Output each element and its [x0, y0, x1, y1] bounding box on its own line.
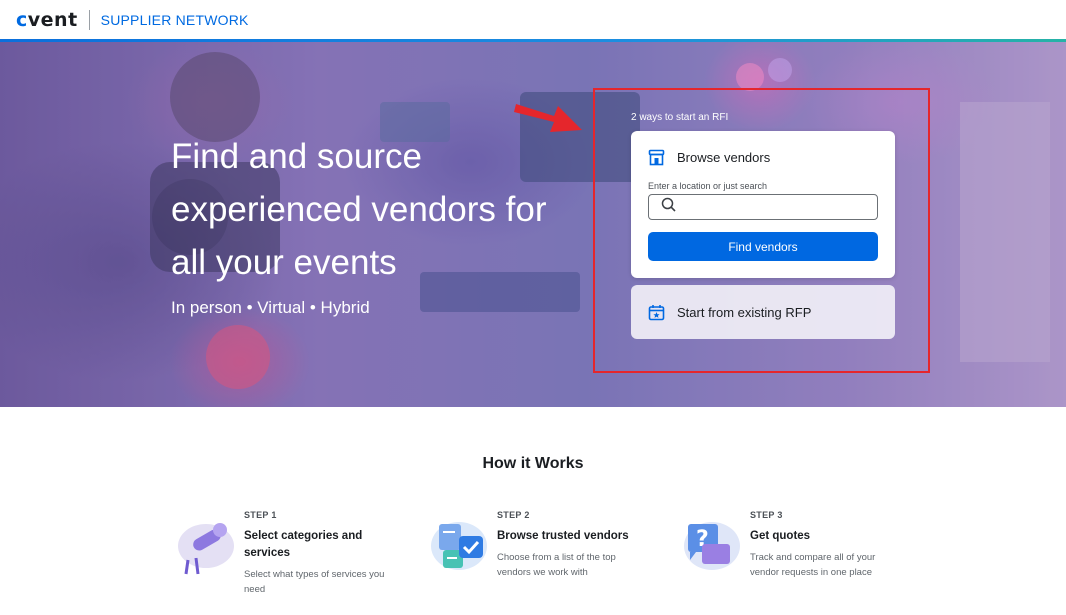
storefront-icon — [648, 149, 665, 166]
question-chat-icon: ? — [684, 522, 740, 570]
search-icon — [661, 197, 676, 217]
browse-vendors-title: Browse vendors — [677, 150, 771, 165]
browse-vendors-header: Browse vendors — [648, 149, 770, 166]
microphone-icon — [178, 523, 234, 575]
browse-vendors-card: Browse vendors Enter a location or just … — [631, 131, 895, 278]
find-vendors-button[interactable]: Find vendors — [648, 232, 878, 261]
supplier-network-label[interactable]: SUPPLIER NETWORK — [101, 12, 249, 28]
ways-to-start-label: 2 ways to start an RFI — [631, 112, 729, 123]
logo-text: cvent — [16, 9, 78, 31]
step-number: STEP 3 — [750, 510, 783, 520]
hero-subtitle: In person • Virtual • Hybrid — [171, 298, 370, 317]
location-search-input[interactable] — [682, 201, 872, 213]
step-description: Track and compare all of your vendor req… — [750, 552, 876, 578]
step-description: Choose from a list of the top vendors we… — [497, 552, 616, 578]
checklist-icon — [431, 522, 487, 570]
start-from-rfp-label: Start from existing RFP — [677, 304, 812, 320]
step-number: STEP 2 — [497, 510, 530, 520]
start-from-rfp-card[interactable]: Start from existing RFP — [631, 285, 895, 339]
location-search-box[interactable] — [648, 194, 878, 220]
step-title: Get quotes — [750, 530, 811, 542]
how-it-works-title: How it Works — [482, 455, 584, 472]
step-description: Select what types of services you need — [244, 569, 385, 595]
hero-title: Find and source experienced vendors for … — [171, 137, 547, 282]
hero-banner: Find and source experienced vendors for … — [0, 42, 1066, 407]
step-title: Browse trusted vendors — [497, 530, 629, 542]
calendar-star-icon — [648, 304, 665, 321]
step-number: STEP 1 — [244, 510, 277, 520]
step-title: Select categories and services — [244, 530, 363, 559]
red-arrow-icon — [514, 104, 582, 132]
header-divider — [88, 10, 90, 30]
top-header: cvent SUPPLIER NETWORK — [0, 0, 1066, 40]
search-field-label: Enter a location or just search — [648, 181, 768, 191]
cvent-logo[interactable]: cvent — [16, 9, 78, 31]
